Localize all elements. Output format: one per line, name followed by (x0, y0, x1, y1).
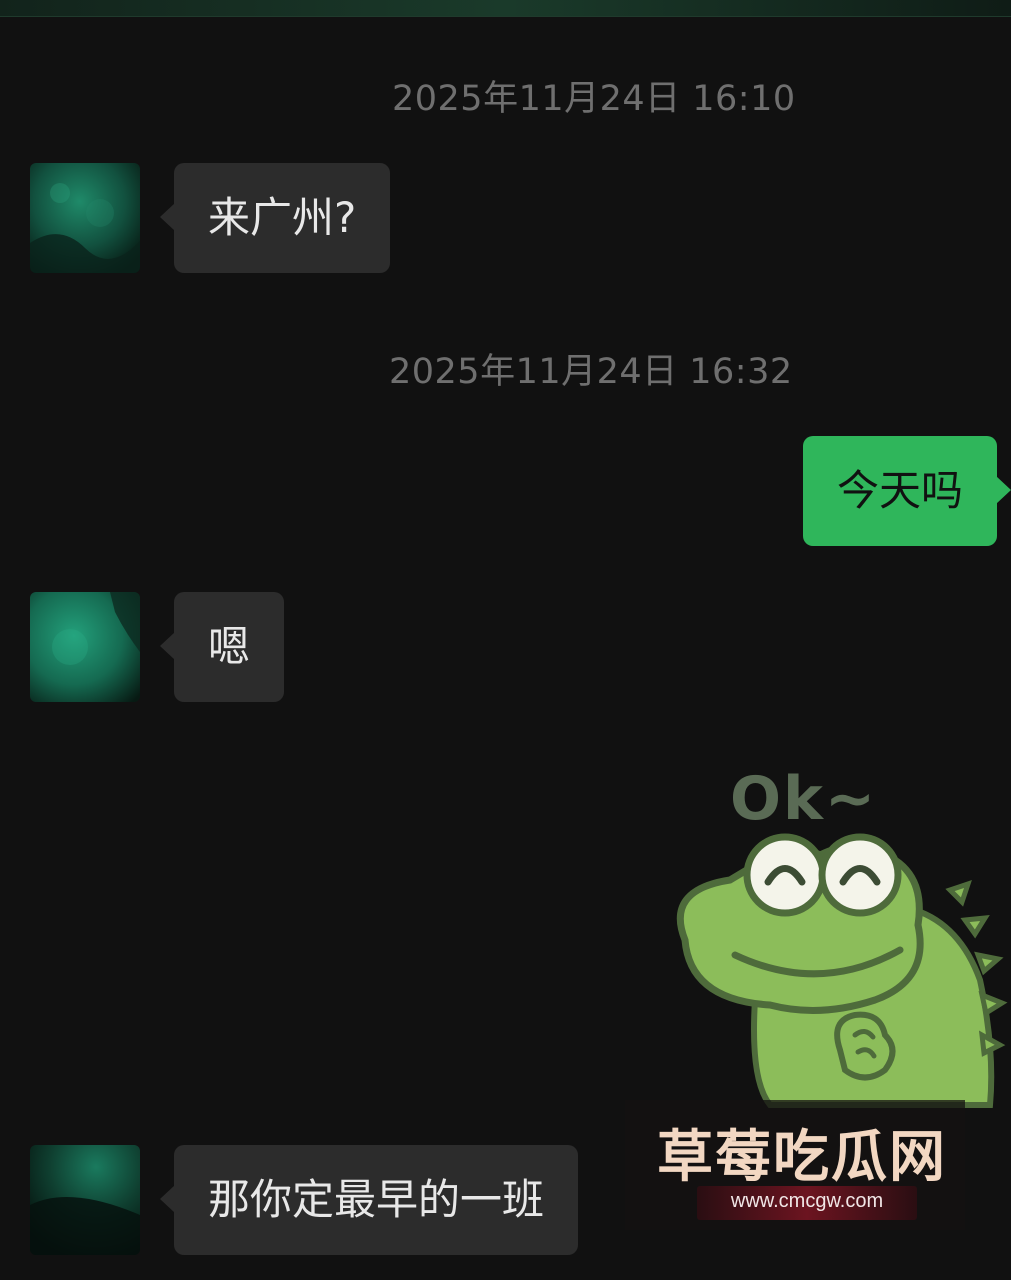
message-timestamp: 2025年11月24日 16:10 (392, 79, 796, 119)
avatar-image (30, 1145, 140, 1255)
incoming-message-bubble[interactable]: 来广州? (159, 163, 391, 273)
incoming-message-bubble[interactable]: 嗯 (159, 592, 285, 702)
frog-sticker[interactable]: Ok~ (660, 750, 1010, 1110)
watermark-url: www.cmcgw.com (730, 1190, 884, 1212)
avatar-image (30, 592, 140, 702)
avatar-image (30, 163, 140, 273)
outgoing-message-bubble[interactable]: 今天吗 (803, 436, 1011, 546)
contact-avatar[interactable] (30, 163, 140, 273)
top-bar (0, 0, 1011, 17)
watermark: 草莓吃瓜网 www.cmcgw.com (625, 1100, 965, 1230)
sticker-caption: Ok~ (730, 764, 878, 834)
contact-avatar[interactable] (30, 1145, 140, 1255)
incoming-message-bubble[interactable]: 那你定最早的一班 (159, 1145, 579, 1255)
contact-avatar[interactable] (30, 592, 140, 702)
message-timestamp: 2025年11月24日 16:32 (389, 352, 793, 392)
watermark-title: 草莓吃瓜网 (657, 1125, 947, 1190)
watermark-url-banner: www.cmcgw.com (697, 1186, 917, 1220)
